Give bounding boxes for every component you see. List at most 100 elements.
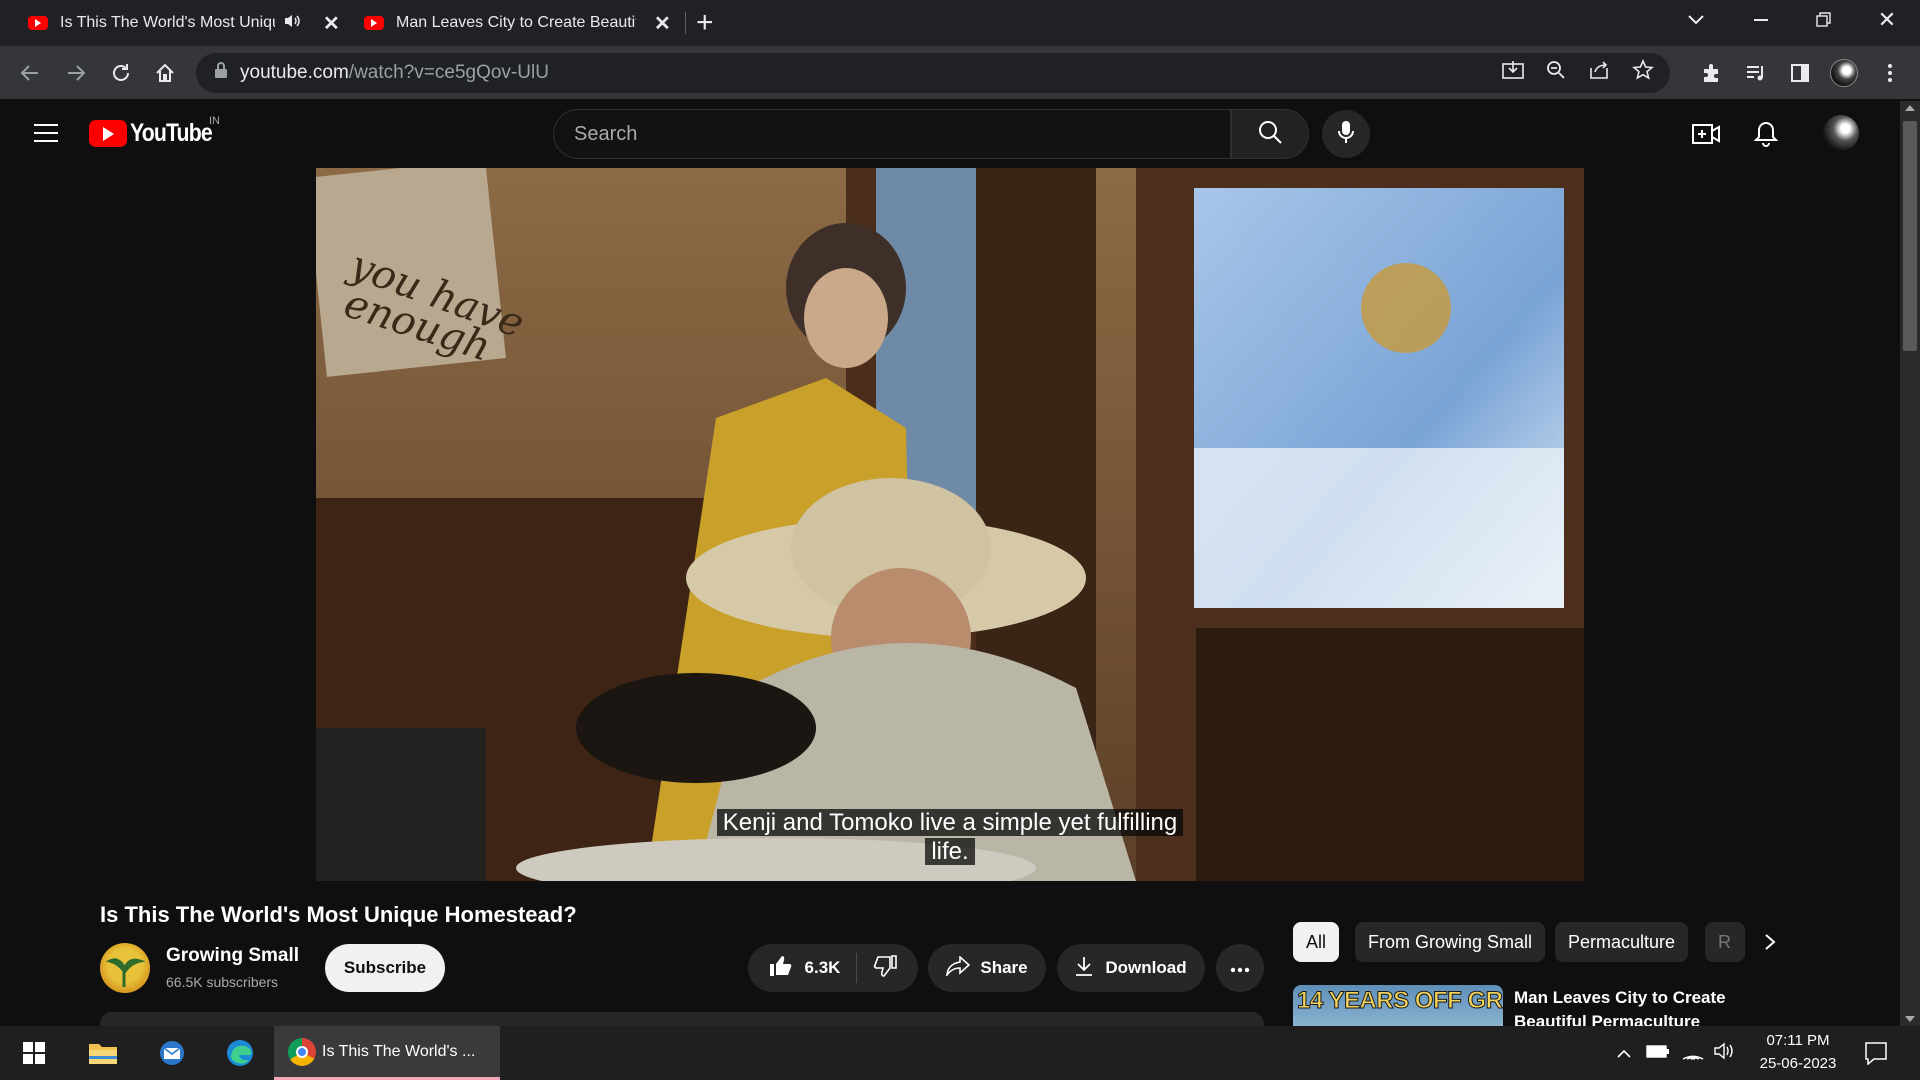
close-tab-icon[interactable]: ✕ xyxy=(654,11,671,36)
close-window-icon[interactable]: ✕ xyxy=(1862,0,1912,40)
home-icon[interactable] xyxy=(151,59,179,87)
tab-title: Is This The World's Most Unique Homestea… xyxy=(60,14,275,31)
youtube-logo[interactable]: YouTube xyxy=(89,119,226,148)
thumbs-up-icon xyxy=(769,955,793,982)
scrollbar-thumb[interactable] xyxy=(1903,121,1917,351)
chips-next-icon[interactable] xyxy=(1752,924,1788,960)
hamburger-menu-icon[interactable] xyxy=(34,123,58,148)
youtube-header: YouTube IN Search xyxy=(0,101,1900,167)
video-caption: Kenji and Tomoko live a simple yet fulfi… xyxy=(316,808,1584,866)
description-box[interactable] xyxy=(100,1012,1264,1026)
video-frame: you have enough xyxy=(316,168,1584,881)
chip-more[interactable]: R xyxy=(1705,922,1745,962)
chip-label: R xyxy=(1718,931,1731,952)
search-icon xyxy=(1258,120,1282,149)
dislike-button[interactable] xyxy=(857,954,898,982)
share-label: Share xyxy=(980,958,1028,977)
edge-browser-icon[interactable] xyxy=(222,1035,258,1071)
taskbar-window-title: Is This The World's ... xyxy=(322,1042,476,1060)
url-domain: youtube.com xyxy=(240,62,349,83)
recommendation-thumbnail[interactable]: 14 YEARS OFF GRID xyxy=(1293,985,1503,1026)
like-dislike-group: 6.3K xyxy=(748,944,918,992)
chip-from-channel[interactable]: From Growing Small xyxy=(1355,922,1546,962)
restore-icon[interactable] xyxy=(1799,0,1849,40)
tab-divider xyxy=(685,12,686,34)
scroll-up-icon[interactable] xyxy=(1905,105,1915,111)
extensions-puzzle-icon[interactable] xyxy=(1698,59,1726,87)
share-page-icon[interactable] xyxy=(1588,60,1610,86)
region-code: IN xyxy=(209,115,220,127)
chip-permaculture[interactable]: Permaculture xyxy=(1555,922,1689,962)
tab-inactive[interactable]: Man Leaves City to Create Beautiful Perm… xyxy=(350,0,680,46)
minimize-icon[interactable] xyxy=(1736,0,1786,40)
video-title: Is This The World's Most Unique Homestea… xyxy=(100,902,577,927)
clock-date[interactable]: 25-06-2023 xyxy=(1750,1055,1846,1072)
notification-center-icon[interactable] xyxy=(1864,1041,1888,1070)
show-hidden-icons-icon[interactable] xyxy=(1616,1046,1632,1064)
battery-icon[interactable] xyxy=(1646,1043,1670,1064)
like-count: 6.3K xyxy=(804,958,841,977)
tab-title: Man Leaves City to Create Beautiful Perm… xyxy=(396,14,636,31)
scroll-down-icon[interactable] xyxy=(1905,1016,1915,1022)
subscribe-button[interactable]: Subscribe xyxy=(325,944,445,992)
back-icon[interactable] xyxy=(16,59,44,87)
chip-all[interactable]: All xyxy=(1293,922,1340,962)
browser-toolbar: youtube.com /watch?v=ce5gQov-UlU xyxy=(0,46,1920,100)
mail-app-icon[interactable] xyxy=(154,1035,190,1071)
windows-taskbar: Is This The World's ... 07:11 PM 25-06-2… xyxy=(0,1026,1920,1080)
file-explorer-icon[interactable] xyxy=(85,1035,121,1071)
tab-active[interactable]: Is This The World's Most Unique Homestea… xyxy=(10,0,345,46)
microphone-icon xyxy=(1338,120,1354,149)
search-placeholder: Search xyxy=(574,122,638,145)
search-button[interactable] xyxy=(1231,109,1309,159)
account-avatar[interactable] xyxy=(1823,115,1859,151)
share-button[interactable]: Share xyxy=(928,944,1046,992)
chrome-menu-icon[interactable] xyxy=(1876,59,1904,87)
channel-avatar[interactable] xyxy=(100,943,150,993)
bookmark-star-icon[interactable] xyxy=(1632,58,1654,87)
youtube-play-icon xyxy=(89,120,127,147)
notifications-bell-icon[interactable] xyxy=(1753,120,1779,153)
create-video-icon[interactable] xyxy=(1692,122,1720,151)
forward-icon[interactable] xyxy=(62,59,90,87)
volume-icon[interactable] xyxy=(1713,1041,1735,1066)
recommendation-title[interactable]: Man Leaves City to Create Beautiful Perm… xyxy=(1514,986,1744,1026)
download-icon xyxy=(1075,956,1093,981)
url-path: /watch?v=ce5gQov-UlU xyxy=(348,62,549,83)
download-button[interactable]: Download xyxy=(1057,944,1205,992)
speaker-icon[interactable] xyxy=(283,13,301,34)
reload-icon[interactable] xyxy=(107,59,135,87)
caption-line: Kenji and Tomoko live a simple yet fulfi… xyxy=(716,809,1184,836)
recommendation-title-line: Man Leaves City to Create xyxy=(1514,988,1726,1007)
page-scrollbar[interactable] xyxy=(1900,101,1920,1026)
wifi-icon[interactable] xyxy=(1682,1041,1704,1066)
zoom-icon[interactable] xyxy=(1546,60,1566,86)
install-app-icon[interactable] xyxy=(1502,60,1524,86)
thumbs-down-icon xyxy=(873,954,898,981)
channel-name[interactable]: Growing Small xyxy=(166,945,299,967)
taskbar-active-app[interactable]: Is This The World's ... xyxy=(274,1026,500,1080)
new-tab-icon[interactable]: + xyxy=(696,6,714,40)
browser-tab-strip: Is This The World's Most Unique Homestea… xyxy=(0,0,1920,46)
thumbnail-text: 14 YEARS OFF GRID xyxy=(1296,987,1503,1015)
like-button[interactable]: 6.3K xyxy=(769,953,858,983)
search-input[interactable]: Search xyxy=(553,109,1231,159)
share-icon xyxy=(946,954,971,981)
recommendation-title-line: Beautiful Permaculture Farm xyxy=(1514,1012,1701,1026)
more-horizontal-icon xyxy=(1230,958,1250,978)
video-player[interactable]: you have enough Kenji and Tomoko live a … xyxy=(316,168,1584,881)
address-bar[interactable]: youtube.com /watch?v=ce5gQov-UlU xyxy=(196,53,1670,93)
voice-search-button[interactable] xyxy=(1322,110,1370,158)
chrome-icon xyxy=(288,1037,316,1066)
media-controls-icon[interactable] xyxy=(1742,59,1770,87)
close-tab-icon[interactable]: ✕ xyxy=(323,11,340,36)
youtube-favicon-icon xyxy=(28,16,48,30)
windows-start-icon[interactable] xyxy=(16,1035,52,1071)
clock-time[interactable]: 07:11 PM xyxy=(1760,1032,1836,1049)
lock-icon[interactable] xyxy=(214,61,228,85)
tab-search-icon[interactable] xyxy=(1671,0,1721,40)
more-actions-button[interactable] xyxy=(1216,944,1264,992)
side-panel-icon[interactable] xyxy=(1786,59,1814,87)
youtube-wordmark: YouTube xyxy=(130,119,213,147)
profile-avatar[interactable] xyxy=(1830,59,1858,87)
